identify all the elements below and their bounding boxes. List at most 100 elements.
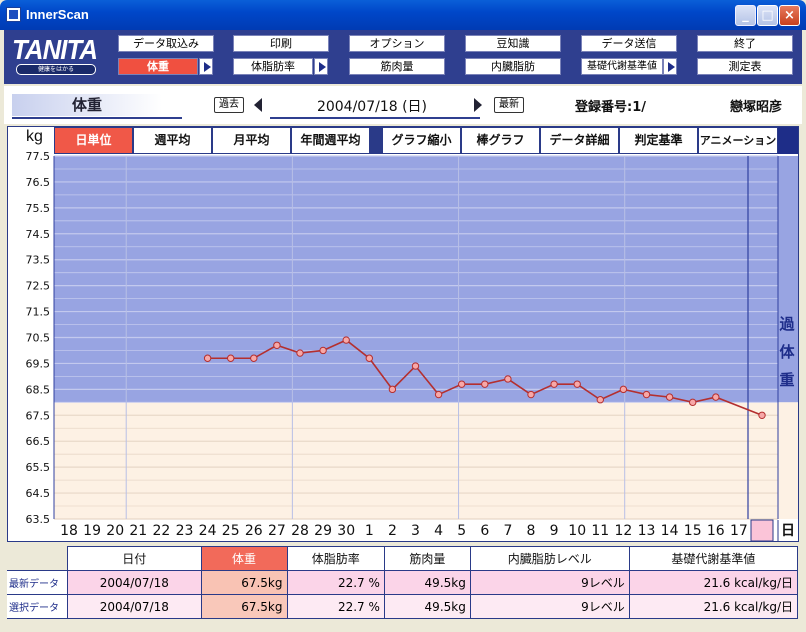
- x-tick-label: 9: [550, 523, 559, 539]
- x-tick-label: 19: [83, 523, 101, 539]
- summary-header-row: 日付 体重 体脂肪率 筋肉量 内臓脂肪レベル 基礎代謝基準値: [7, 546, 799, 571]
- data-point: [434, 390, 443, 399]
- row-label-latest: 最新データ: [7, 570, 68, 595]
- y-tick-label: 65.5: [26, 461, 51, 474]
- y-tick-label: 76.5: [26, 176, 51, 189]
- header-bmr: 基礎代謝基準値: [628, 546, 799, 571]
- data-point: [365, 354, 373, 362]
- data-point: [227, 354, 235, 362]
- weight-chart: 77.5 76.5 75.5 74.5 73.5 72.5 71.5 70.5 69.5 68.5…: [26, 150, 798, 542]
- x-tick-label: 3: [411, 523, 420, 539]
- data-point: [596, 396, 604, 404]
- cell-muscle: 49.5kg: [383, 594, 471, 619]
- y-tick-label: 74.5: [26, 228, 51, 241]
- x-tick-label: 17: [730, 523, 748, 539]
- normal-zone: [54, 402, 778, 519]
- data-point: [527, 390, 535, 399]
- x-tick-label: 16: [707, 523, 725, 539]
- x-tick-label: 1: [365, 523, 374, 539]
- cell-weight: 67.5kg: [200, 570, 288, 595]
- cell-muscle: 49.5kg: [383, 570, 471, 595]
- x-axis-suffix: 日: [781, 523, 795, 539]
- data-point: [712, 393, 720, 401]
- data-point: [296, 349, 304, 357]
- data-point: [573, 380, 581, 388]
- cell-fat: 22.7 %: [286, 570, 385, 595]
- data-point: [250, 354, 258, 362]
- summary-row-latest: 最新データ 2004/07/18 67.5kg 22.7 % 49.5kg 9レ…: [7, 570, 799, 595]
- corner-cell: [7, 547, 68, 571]
- x-tick-label: 21: [129, 523, 147, 539]
- y-tick-label: 68.5: [26, 383, 51, 396]
- x-tick-label: 14: [661, 523, 679, 539]
- data-point: [342, 336, 350, 344]
- x-tick-label: 26: [245, 523, 263, 539]
- x-tick-label: 20: [106, 523, 124, 539]
- x-tick-label: 18: [60, 523, 78, 539]
- summary-row-selected: 選択データ 2004/07/18 67.5kg 22.7 % 49.5kg 9レ…: [7, 594, 799, 619]
- summary-table: 日付 体重 体脂肪率 筋肉量 内臓脂肪レベル 基礎代謝基準値 最新データ 200…: [7, 546, 799, 619]
- cell-visceral: 9レベル: [469, 570, 630, 595]
- x-tick-label: 27: [268, 523, 286, 539]
- x-tick-label: 4: [434, 523, 443, 539]
- y-tick-label: 75.5: [26, 202, 51, 215]
- data-point: [504, 375, 512, 383]
- y-tick-label: 70.5: [26, 332, 51, 345]
- x-tick-label: 7: [503, 523, 512, 539]
- data-point: [619, 385, 628, 394]
- header-muscle: 筋肉量: [383, 546, 471, 571]
- data-point: [319, 346, 327, 355]
- x-tick-label: 28: [291, 523, 309, 539]
- y-tick-label: 72.5: [26, 280, 51, 293]
- y-tick-label: 71.5: [26, 306, 51, 319]
- cell-fat: 22.7 %: [286, 594, 385, 619]
- data-point: [481, 380, 489, 388]
- x-tick-label: 22: [152, 523, 170, 539]
- data-point: [411, 362, 420, 370]
- x-tick-label: 13: [638, 523, 656, 539]
- header-weight: 体重: [200, 546, 288, 571]
- data-point: [758, 411, 766, 419]
- x-tick-label: 8: [527, 523, 536, 539]
- data-point: [665, 393, 674, 401]
- y-tick-label: 64.5: [26, 487, 51, 500]
- header-visceral: 内臓脂肪レベル: [469, 546, 630, 571]
- y-tick-label: 67.5: [26, 409, 51, 422]
- x-tick-label: 2: [388, 523, 397, 539]
- x-tick-label: 10: [568, 523, 586, 539]
- data-point: [388, 385, 397, 394]
- y-tick-label: 63.5: [26, 513, 51, 526]
- x-tick-label: 15: [684, 523, 702, 539]
- x-tick-label: 12: [614, 523, 632, 539]
- cell-date: 2004/07/18: [67, 570, 202, 595]
- data-point: [273, 341, 281, 349]
- cell-bmr: 21.6 kcal/kg/日: [628, 594, 799, 619]
- y-tick-label: 73.5: [26, 254, 51, 267]
- x-tick-label: 11: [591, 523, 609, 539]
- cell-date: 2004/07/18: [67, 594, 202, 619]
- x-tick-label: 29: [314, 523, 332, 539]
- data-point: [689, 398, 697, 407]
- x-tick-label: 6: [480, 523, 489, 539]
- zone-label: 過体重: [779, 315, 795, 389]
- x-tick-label: 23: [176, 523, 194, 539]
- header-fat: 体脂肪率: [286, 546, 385, 571]
- y-tick-label: 77.5: [26, 150, 51, 163]
- y-tick-label: 66.5: [26, 435, 51, 448]
- data-point: [642, 390, 651, 399]
- row-label-selected: 選択データ: [7, 594, 68, 619]
- x-tick-label: 24: [199, 523, 217, 539]
- data-point: [550, 380, 558, 388]
- cell-bmr: 21.6 kcal/kg/日: [628, 570, 799, 595]
- x-tick-label: 25: [222, 523, 240, 539]
- selected-day-box: [750, 519, 774, 542]
- cell-visceral: 9レベル: [469, 594, 630, 619]
- data-point: [203, 354, 212, 362]
- y-tick-label: 69.5: [26, 357, 51, 370]
- x-tick-label: 30: [337, 523, 355, 539]
- normal-zone-side: [778, 402, 798, 519]
- header-date: 日付: [67, 546, 202, 571]
- x-tick-label: 5: [457, 523, 466, 539]
- cell-weight: 67.5kg: [200, 594, 288, 619]
- data-point: [458, 380, 466, 388]
